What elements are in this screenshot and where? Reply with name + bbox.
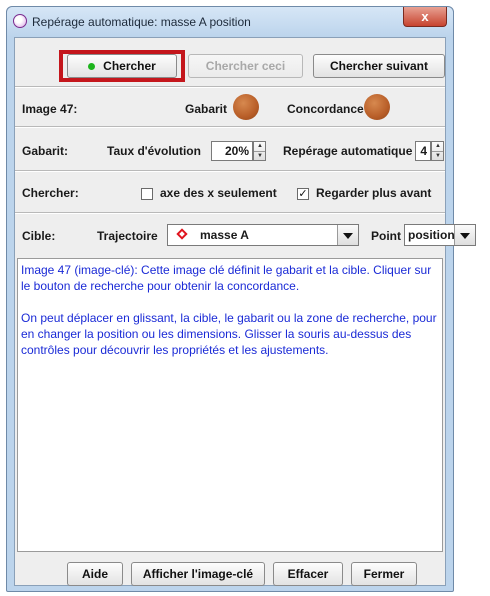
separator	[15, 212, 445, 214]
point-select[interactable]: position	[404, 224, 476, 246]
info-paragraph: Image 47 (image-clé): Cette image clé dé…	[21, 263, 432, 293]
info-paragraph: On peut déplacer en glissant, la cible, …	[21, 311, 437, 357]
clear-button[interactable]: Effacer	[273, 562, 343, 586]
auto-track-label: Repérage automatique	[283, 144, 413, 158]
trajectory-label: Trajectoire	[97, 229, 158, 243]
match-swatch[interactable]	[364, 94, 390, 120]
spin-up-icon[interactable]: ▲	[257, 143, 263, 149]
window-title: Repérage automatique: masse A position	[32, 15, 251, 29]
evolution-spinner[interactable]: ▲ ▼	[253, 141, 266, 161]
match-label: Concordance	[287, 102, 364, 116]
title-bar[interactable]: Repérage automatique: masse A position x	[7, 7, 453, 37]
separator	[15, 86, 445, 88]
point-label: Point	[371, 229, 401, 243]
search-next-label: Chercher suivant	[329, 59, 429, 73]
point-value: position	[408, 228, 455, 242]
close-window-button[interactable]: x	[403, 7, 447, 27]
close-button-label: Fermer	[363, 567, 405, 581]
chevron-down-icon[interactable]	[337, 225, 358, 245]
trajectory-select[interactable]: masse A	[167, 224, 359, 246]
info-text-area[interactable]: Image 47 (image-clé): Cette image clé dé…	[17, 258, 443, 552]
search-next-button[interactable]: Chercher suivant	[313, 54, 445, 78]
template-label: Gabarit	[185, 102, 228, 116]
spin-down-icon[interactable]: ▼	[435, 153, 441, 159]
help-button[interactable]: Aide	[67, 562, 123, 586]
show-keyframe-label: Afficher l'image-clé	[142, 567, 254, 581]
close-button[interactable]: Fermer	[351, 562, 417, 586]
separator	[15, 170, 445, 172]
highlight-outline	[59, 50, 185, 82]
auto-track-spinner[interactable]: ▲ ▼	[431, 141, 444, 161]
tracker-dialog: Repérage automatique: masse A position x…	[6, 6, 476, 592]
template-swatch[interactable]	[233, 94, 259, 120]
image-label: Image 47:	[22, 102, 78, 116]
separator	[15, 126, 445, 128]
diamond-marker-icon	[176, 228, 188, 240]
auto-track-field[interactable]: 4	[415, 141, 431, 161]
x-axis-only-label: axe des x seulement	[160, 186, 277, 200]
search-this-button: Chercher ceci	[188, 54, 303, 78]
search-row-label: Chercher:	[22, 186, 79, 200]
spin-up-icon[interactable]: ▲	[435, 143, 441, 149]
evolution-field[interactable]: 20%	[211, 141, 253, 161]
template-row-label: Gabarit:	[22, 144, 69, 158]
chevron-down-icon[interactable]	[454, 225, 475, 245]
show-keyframe-button[interactable]: Afficher l'image-clé	[131, 562, 265, 586]
x-axis-only-checkbox[interactable]	[141, 188, 153, 200]
clear-button-label: Effacer	[287, 567, 329, 581]
look-ahead-checkbox[interactable]: ✓	[297, 188, 309, 200]
target-row-label: Cible:	[22, 229, 56, 243]
help-button-label: Aide	[81, 567, 108, 581]
search-this-label: Chercher ceci	[205, 59, 286, 73]
spin-down-icon[interactable]: ▼	[257, 153, 263, 159]
close-icon: x	[421, 9, 429, 24]
look-ahead-label: Regarder plus avant	[316, 186, 432, 200]
dialog-content: Chercher Chercher ceci Chercher suivant …	[14, 37, 476, 586]
trajectory-value: masse A	[200, 228, 249, 242]
app-icon	[13, 14, 27, 28]
evolution-label: Taux d'évolution	[107, 144, 201, 158]
